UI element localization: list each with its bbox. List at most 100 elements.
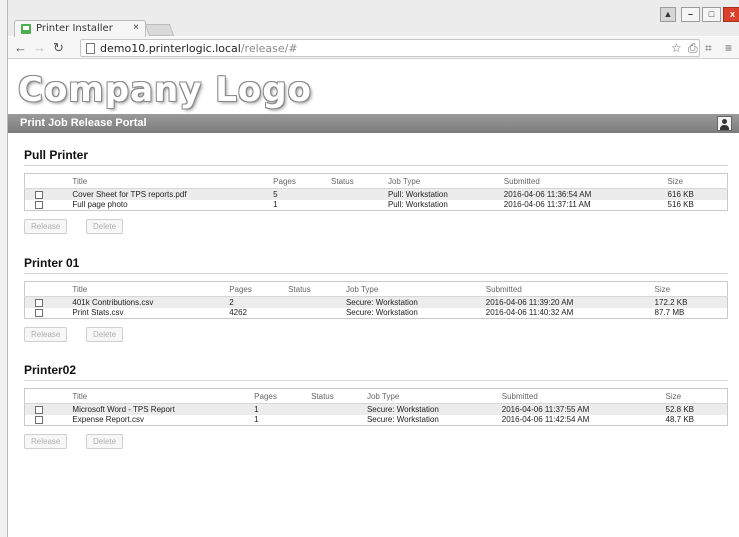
column-header-job-type: Job Type bbox=[387, 173, 504, 189]
column-header-size: Size bbox=[667, 173, 728, 189]
job-type: Secure: Workstation bbox=[345, 308, 418, 318]
url-path: /release/# bbox=[240, 42, 298, 55]
printer-name: Printer 01 bbox=[24, 256, 80, 270]
job-checkbox[interactable] bbox=[35, 309, 43, 318]
job-status bbox=[311, 415, 367, 426]
job-size: 616 KB bbox=[667, 189, 694, 199]
reload-icon[interactable]: ↻ bbox=[53, 40, 64, 56]
bookmark-star-icon[interactable]: ☆ bbox=[671, 41, 682, 55]
tab-close-icon[interactable]: × bbox=[133, 22, 139, 33]
job-title: Expense Report.csv bbox=[72, 415, 144, 425]
printer-favicon-icon bbox=[21, 24, 31, 34]
browser-tab[interactable]: Printer Installer × bbox=[14, 20, 146, 37]
job-table: Title Pages Status Job Type Submitted Si… bbox=[24, 388, 728, 426]
column-header-title: Title bbox=[72, 281, 230, 297]
url-text[interactable]: demo10.printerlogic.local/release/# bbox=[100, 42, 298, 55]
user-account-icon[interactable] bbox=[717, 116, 732, 131]
job-title: 401k Contributions.csv bbox=[72, 297, 154, 307]
section-divider bbox=[24, 273, 728, 274]
user-profile-icon[interactable]: ▲ bbox=[660, 7, 676, 22]
column-header-pages: Pages bbox=[229, 281, 289, 297]
table-row[interactable]: Expense Report.csv 1 Secure: Workstation… bbox=[24, 414, 728, 426]
job-checkbox[interactable] bbox=[35, 190, 43, 199]
forward-arrow-icon[interactable]: → bbox=[33, 40, 46, 55]
job-submitted: 2016-04-06 11:36:54 AM bbox=[503, 189, 592, 199]
column-header-pages: Pages bbox=[273, 173, 332, 189]
column-header-submitted: Submitted bbox=[503, 173, 668, 189]
column-header-pages: Pages bbox=[254, 388, 312, 404]
portal-header-bar: Print Job Release Portal bbox=[8, 114, 739, 133]
job-type: Pull: Workstation bbox=[387, 189, 448, 199]
job-title: Full page photo bbox=[72, 200, 128, 210]
table-row[interactable]: Microsoft Word - TPS Report 1 Secure: Wo… bbox=[24, 403, 728, 415]
back-arrow-icon[interactable]: ← bbox=[14, 40, 27, 55]
release-button[interactable]: Release bbox=[24, 434, 68, 449]
table-row[interactable]: Full page photo 1 Pull: Workstation 2016… bbox=[24, 199, 728, 211]
job-submitted: 2016-04-06 11:39:20 AM bbox=[485, 297, 574, 307]
extension-icon[interactable]: ⎙ bbox=[688, 41, 698, 56]
url-host: demo10.printerlogic.local bbox=[100, 42, 241, 55]
printer-name: Pull Printer bbox=[24, 148, 89, 162]
select-column-header bbox=[24, 281, 73, 297]
column-header-submitted: Submitted bbox=[485, 281, 655, 297]
delete-button[interactable]: Delete bbox=[86, 434, 124, 449]
job-size: 516 KB bbox=[667, 200, 694, 210]
job-title: Microsoft Word - TPS Report bbox=[72, 404, 175, 414]
cast-icon[interactable]: ⌗ bbox=[705, 41, 712, 56]
table-header-row: Title Pages Status Job Type Submitted Si… bbox=[24, 388, 728, 404]
minimize-button[interactable]: – bbox=[681, 7, 700, 22]
delete-button[interactable]: Delete bbox=[86, 219, 124, 234]
release-button[interactable]: Release bbox=[24, 327, 68, 342]
job-pages: 1 bbox=[254, 415, 259, 425]
job-size: 87.7 MB bbox=[654, 308, 685, 318]
release-button[interactable]: Release bbox=[24, 219, 68, 234]
close-window-button[interactable]: x bbox=[723, 7, 739, 22]
job-checkbox[interactable] bbox=[35, 416, 43, 425]
menu-icon[interactable]: ≡ bbox=[725, 41, 732, 55]
column-header-size: Size bbox=[654, 281, 728, 297]
job-submitted: 2016-04-06 11:42:54 AM bbox=[501, 415, 590, 425]
job-title: Cover Sheet for TPS reports.pdf bbox=[72, 189, 187, 199]
section-divider bbox=[24, 165, 728, 166]
company-logo: Company Logo bbox=[18, 70, 312, 110]
maximize-button[interactable]: □ bbox=[702, 7, 721, 22]
job-checkbox[interactable] bbox=[35, 201, 43, 210]
printer-name: Printer02 bbox=[24, 363, 77, 377]
table-row[interactable]: 401k Contributions.csv 2 Secure: Worksta… bbox=[24, 296, 728, 308]
column-header-job-type: Job Type bbox=[345, 281, 486, 297]
job-pages: 1 bbox=[273, 200, 278, 210]
tab-title: Printer Installer bbox=[36, 23, 113, 34]
job-type: Pull: Workstation bbox=[387, 200, 448, 210]
page-content: Company Logo Print Job Release Portal Pu… bbox=[8, 60, 739, 537]
column-header-title: Title bbox=[72, 173, 274, 189]
browser-window: Printer Installer × ▲ – □ x ← → ↻ demo10… bbox=[7, 0, 739, 537]
column-header-size: Size bbox=[665, 388, 728, 404]
tab-strip: Printer Installer × ▲ – □ x bbox=[8, 0, 739, 37]
job-size: 172.2 KB bbox=[654, 297, 688, 307]
job-table: Title Pages Status Job Type Submitted Si… bbox=[24, 173, 728, 211]
address-bar[interactable]: demo10.printerlogic.local/release/# bbox=[80, 39, 700, 57]
job-status bbox=[331, 200, 388, 211]
page-icon bbox=[86, 43, 95, 54]
column-header-status: Status bbox=[331, 173, 388, 189]
table-header-row: Title Pages Status Job Type Submitted Si… bbox=[24, 281, 728, 297]
new-tab-button[interactable] bbox=[144, 24, 175, 36]
job-status bbox=[311, 404, 367, 415]
logo-area: Company Logo bbox=[8, 60, 739, 112]
portal-title: Print Job Release Portal bbox=[20, 117, 147, 129]
job-status bbox=[288, 297, 346, 308]
select-column-header bbox=[24, 388, 73, 404]
job-checkbox[interactable] bbox=[35, 298, 43, 307]
job-type: Secure: Workstation bbox=[366, 404, 439, 414]
job-pages: 4262 bbox=[229, 308, 247, 318]
job-table: Title Pages Status Job Type Submitted Si… bbox=[24, 281, 728, 319]
job-checkbox[interactable] bbox=[35, 405, 43, 414]
table-header-row: Title Pages Status Job Type Submitted Si… bbox=[24, 173, 728, 189]
table-row[interactable]: Cover Sheet for TPS reports.pdf 5 Pull: … bbox=[24, 188, 728, 200]
column-header-job-type: Job Type bbox=[366, 388, 502, 404]
delete-button[interactable]: Delete bbox=[86, 327, 124, 342]
job-type: Secure: Workstation bbox=[345, 297, 418, 307]
job-type: Secure: Workstation bbox=[366, 415, 439, 425]
job-pages: 2 bbox=[229, 297, 234, 307]
table-row[interactable]: Print Stats.csv 4262 Secure: Workstation… bbox=[24, 307, 728, 319]
